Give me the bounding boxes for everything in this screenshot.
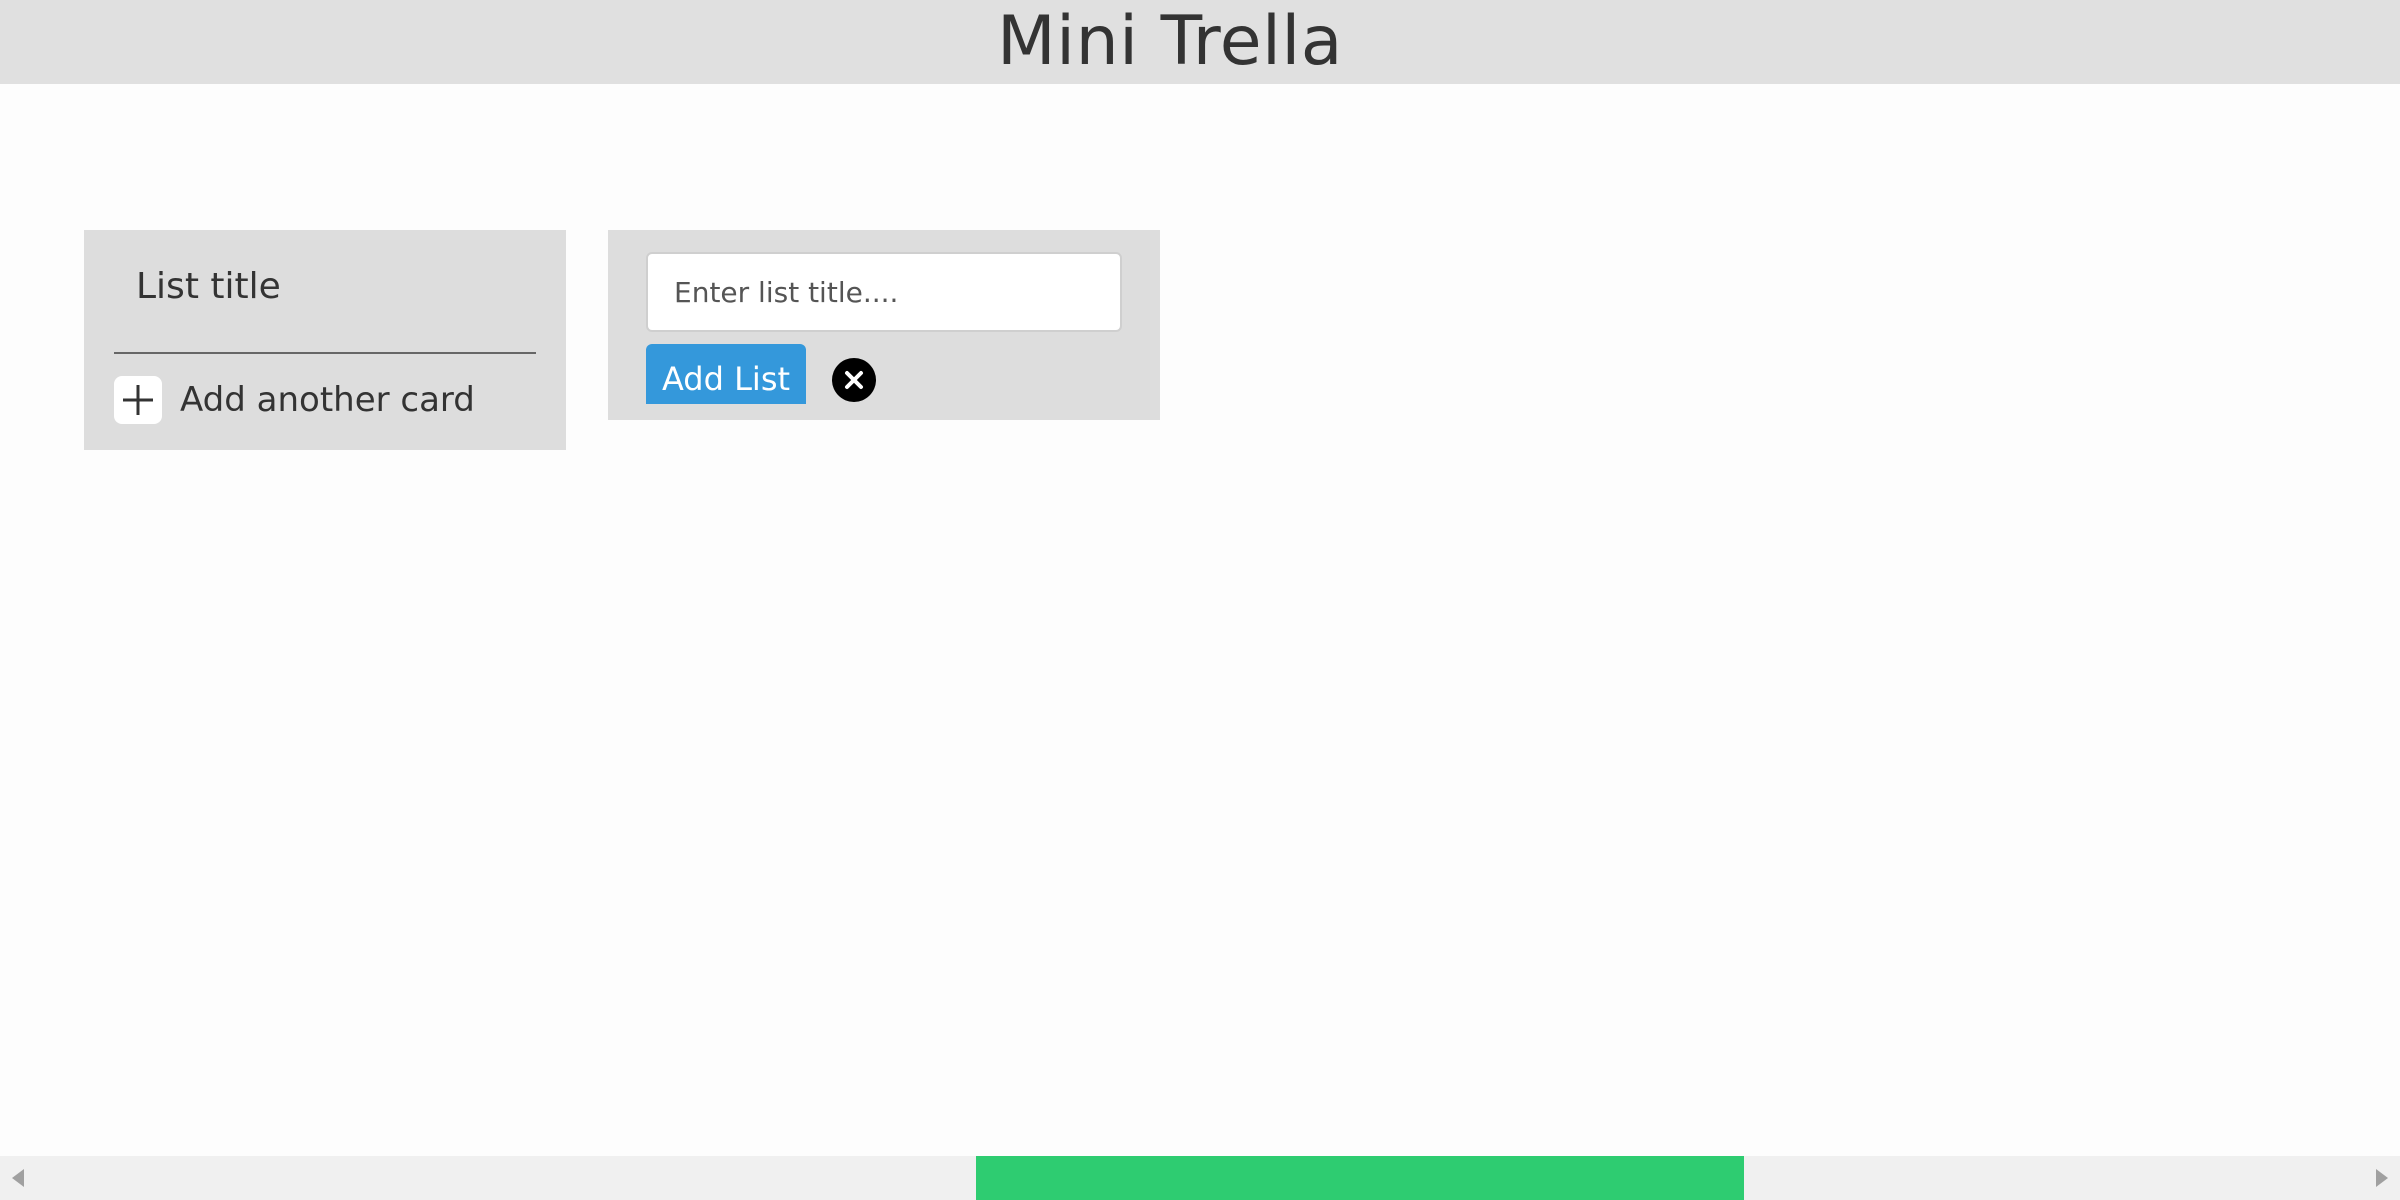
app-header: Mini Trella: [0, 0, 2400, 84]
add-card-label[interactable]: Add another card: [180, 376, 475, 424]
new-list-panel: Add List: [608, 230, 1160, 420]
list-title[interactable]: List title: [136, 266, 281, 307]
close-icon: [845, 371, 863, 389]
list: List title Add another card: [84, 230, 566, 450]
list-divider: [114, 352, 536, 354]
arrow-right-icon[interactable]: [2376, 1169, 2388, 1187]
board: List title Add another card Add List: [0, 84, 2400, 1156]
arrow-left-icon[interactable]: [12, 1169, 24, 1187]
horizontal-scrollbar[interactable]: [0, 1156, 2400, 1200]
app-title: Mini Trella: [997, 2, 1343, 81]
add-list-button[interactable]: Add List: [646, 344, 806, 404]
close-button[interactable]: [832, 358, 876, 402]
scrollbar-thumb[interactable]: [976, 1156, 1744, 1200]
plus-icon[interactable]: [114, 376, 162, 424]
add-card-button[interactable]: Add another card: [114, 376, 475, 424]
list-title-input[interactable]: [646, 252, 1122, 332]
